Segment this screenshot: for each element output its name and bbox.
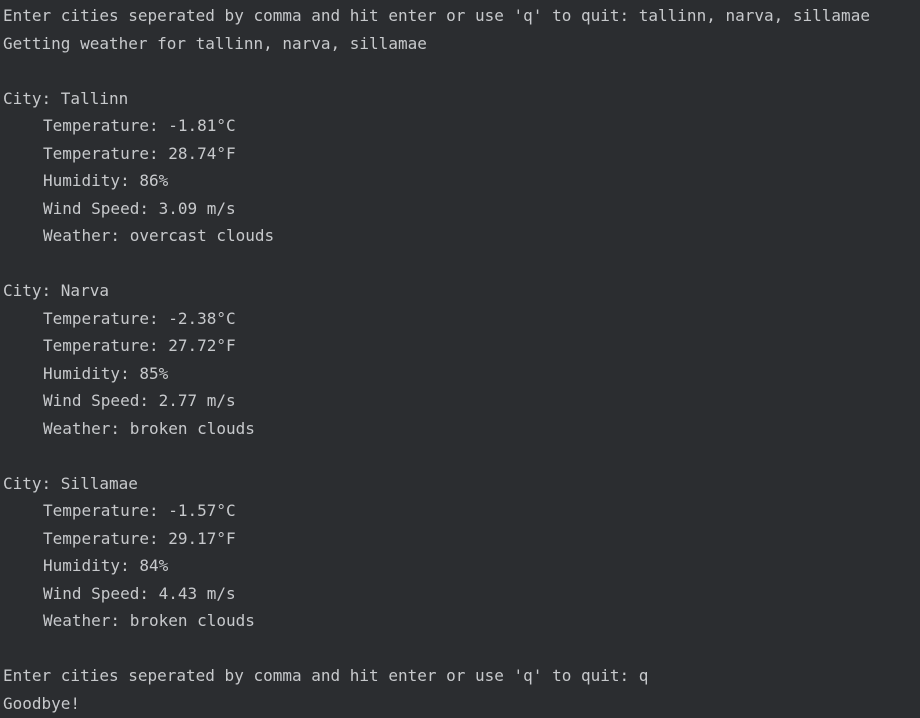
user-input: tallinn, narva, sillamae	[638, 6, 870, 25]
temperature-celsius: Temperature: -2.38°C	[43, 308, 236, 328]
city-name: City: Tallinn	[3, 88, 129, 108]
temperature-fahrenheit: Temperature: 27.72°F	[43, 336, 236, 355]
prompt-text: Enter cities seperated by comma and hit …	[3, 6, 639, 25]
temperature-fahrenheit: Temperature: 28.74°F	[43, 143, 236, 163]
city-block: City: Narva Temperature: -2.38°C Tempera…	[3, 277, 920, 442]
weather-description: Weather: broken clouds	[43, 611, 255, 630]
status-line: Getting weather for tallinn, narva, sill…	[3, 33, 427, 53]
wind-speed: Wind Speed: 3.09 m/s	[43, 198, 236, 218]
wind-speed: Wind Speed: 4.43 m/s	[43, 583, 236, 603]
prompt-text: Enter cities seperated by comma and hit …	[3, 666, 639, 685]
humidity: Humidity: 86%	[43, 171, 169, 190]
wind-speed: Wind Speed: 2.77 m/s	[43, 391, 236, 410]
goodbye-line: Goodbye!	[3, 693, 81, 713]
weather-description: Weather: broken clouds	[43, 418, 255, 438]
city-block: City: Tallinn Temperature: -1.81°C Tempe…	[3, 85, 920, 250]
prompt-line: Enter cities seperated by comma and hit …	[3, 2, 920, 30]
user-input: q	[638, 666, 649, 685]
prompt-line: Enter cities seperated by comma and hit …	[3, 662, 920, 690]
city-name: City: Sillamae	[3, 473, 138, 493]
city-block: City: Sillamae Temperature: -1.57°C Temp…	[3, 470, 920, 635]
weather-description: Weather: overcast clouds	[43, 226, 275, 245]
temperature-fahrenheit: Temperature: 29.17°F	[43, 528, 236, 548]
temperature-celsius: Temperature: -1.81°C	[43, 116, 236, 135]
humidity: Humidity: 84%	[43, 556, 169, 575]
console-output[interactable]: Enter cities seperated by comma and hit …	[0, 0, 920, 718]
temperature-celsius: Temperature: -1.57°C	[43, 501, 236, 520]
city-name: City: Narva	[3, 281, 109, 300]
humidity: Humidity: 85%	[43, 363, 169, 383]
